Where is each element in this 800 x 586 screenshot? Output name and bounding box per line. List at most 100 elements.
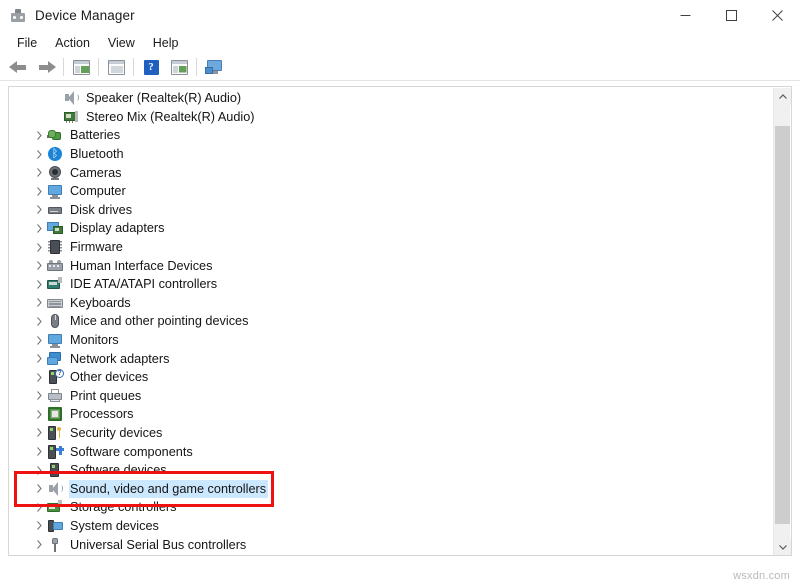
speaker-icon xyxy=(63,90,79,106)
tree-item-disk-drives[interactable]: Disk drives xyxy=(9,201,774,220)
tree-item-label: Software devices xyxy=(69,461,169,479)
tree-item-bluetooth[interactable]: ᛒ Bluetooth xyxy=(9,145,774,164)
sound-card-icon xyxy=(63,109,79,125)
toolbar-separator-3 xyxy=(133,58,134,76)
scan-hardware-changes-button[interactable] xyxy=(200,55,228,79)
tree-item-label: Computer xyxy=(69,182,128,200)
chevron-right-icon[interactable] xyxy=(31,243,47,252)
scroll-up-button[interactable] xyxy=(774,88,791,105)
tree-item-software-devices[interactable]: Software devices xyxy=(9,461,774,480)
chevron-right-icon[interactable] xyxy=(31,336,47,345)
tree-item-human-interface-devices[interactable]: Human Interface Devices xyxy=(9,256,774,275)
show-hide-console-tree-button[interactable] xyxy=(67,55,95,79)
scroll-down-button[interactable] xyxy=(774,539,791,556)
back-button[interactable] xyxy=(4,55,32,79)
chevron-right-icon[interactable] xyxy=(31,410,47,419)
back-arrow-icon xyxy=(9,60,28,75)
menu-item-help[interactable]: Help xyxy=(144,34,188,52)
menu-item-view[interactable]: View xyxy=(99,34,144,52)
chevron-right-icon[interactable] xyxy=(31,224,47,233)
forward-button[interactable] xyxy=(32,55,60,79)
menu-item-file[interactable]: File xyxy=(8,34,46,52)
tree-item-other-devices[interactable]: ? Other devices xyxy=(9,368,774,387)
tree-item-speaker[interactable]: Speaker (Realtek(R) Audio) xyxy=(9,89,774,108)
chevron-right-icon[interactable] xyxy=(31,484,47,493)
tree-item-ide-ata-atapi-controllers[interactable]: IDE ATA/ATAPI controllers xyxy=(9,275,774,294)
chevron-right-icon[interactable] xyxy=(31,150,47,159)
menu-item-action[interactable]: Action xyxy=(46,34,99,52)
chevron-right-icon[interactable] xyxy=(31,447,47,456)
chevron-right-icon[interactable] xyxy=(31,391,47,400)
chevron-right-icon[interactable] xyxy=(31,428,47,437)
security-device-icon xyxy=(47,425,63,441)
tree-item-label: Sound, video and game controllers xyxy=(69,480,268,498)
tree-item-label: Disk drives xyxy=(69,201,134,219)
tree-item-label: Cameras xyxy=(69,164,123,182)
scroll-up-icon xyxy=(779,94,787,99)
scrollbar-thumb[interactable] xyxy=(775,126,790,524)
chevron-right-icon[interactable] xyxy=(31,521,47,530)
software-component-icon xyxy=(47,444,63,460)
tree-item-label: Speaker (Realtek(R) Audio) xyxy=(85,89,243,107)
tree-item-mice-and-other-pointing-devices[interactable]: Mice and other pointing devices xyxy=(9,312,774,331)
unknown-device-icon: ? xyxy=(47,369,63,385)
window-controls xyxy=(662,0,800,31)
tree-item-processors[interactable]: Processors xyxy=(9,405,774,424)
tree-item-cameras[interactable]: Cameras xyxy=(9,163,774,182)
tree-item-security-devices[interactable]: Security devices xyxy=(9,424,774,443)
chevron-right-icon[interactable] xyxy=(31,540,47,549)
properties-window-icon xyxy=(108,60,125,75)
tree-item-monitors[interactable]: Monitors xyxy=(9,331,774,350)
minimize-button[interactable] xyxy=(662,0,708,31)
close-button[interactable] xyxy=(754,0,800,31)
mouse-icon xyxy=(47,313,63,329)
chevron-right-icon[interactable] xyxy=(31,466,47,475)
tree-item-sound-video-and-game-controllers[interactable]: Sound, video and game controllers xyxy=(9,479,774,498)
bottom-strip xyxy=(0,560,800,586)
toolbar-separator-4 xyxy=(196,58,197,76)
vertical-scrollbar[interactable] xyxy=(773,88,790,556)
hid-icon xyxy=(47,258,63,274)
tree-item-software-components[interactable]: Software components xyxy=(9,442,774,461)
properties-button[interactable] xyxy=(102,55,130,79)
chevron-right-icon[interactable] xyxy=(31,205,47,214)
update-driver-button[interactable] xyxy=(165,55,193,79)
tree-item-storage-controllers[interactable]: Storage controllers xyxy=(9,498,774,517)
tree-item-network-adapters[interactable]: Network adapters xyxy=(9,349,774,368)
chevron-right-icon[interactable] xyxy=(31,354,47,363)
update-driver-icon xyxy=(171,60,188,75)
window-title: Device Manager xyxy=(35,8,135,23)
disk-drive-icon xyxy=(47,202,63,218)
software-device-icon xyxy=(47,462,63,478)
tree-item-computer[interactable]: Computer xyxy=(9,182,774,201)
tree-item-label: System devices xyxy=(69,517,161,535)
chevron-right-icon[interactable] xyxy=(31,131,47,140)
chevron-right-icon[interactable] xyxy=(31,168,47,177)
tree-item-system-devices[interactable]: System devices xyxy=(9,517,774,536)
close-icon xyxy=(772,10,783,21)
chevron-right-icon[interactable] xyxy=(31,261,47,270)
tree-item-label: Universal Serial Bus controllers xyxy=(69,536,248,554)
maximize-button[interactable] xyxy=(708,0,754,31)
speaker-icon xyxy=(47,481,63,497)
chevron-right-icon[interactable] xyxy=(31,317,47,326)
chevron-right-icon[interactable] xyxy=(31,373,47,382)
tree-item-universal-serial-bus-controllers[interactable]: Universal Serial Bus controllers xyxy=(9,535,774,554)
chevron-right-icon[interactable] xyxy=(31,503,47,512)
chevron-right-icon[interactable] xyxy=(31,298,47,307)
tree-item-display-adapters[interactable]: Display adapters xyxy=(9,219,774,238)
tree-item-label: Batteries xyxy=(69,126,122,144)
help-question-icon: ? xyxy=(144,60,159,75)
chevron-right-icon[interactable] xyxy=(31,187,47,196)
chevron-right-icon[interactable] xyxy=(31,280,47,289)
firmware-chip-icon xyxy=(47,239,63,255)
tree-item-print-queues[interactable]: Print queues xyxy=(9,387,774,406)
tree-item-keyboards[interactable]: Keyboards xyxy=(9,294,774,313)
help-button[interactable]: ? xyxy=(137,55,165,79)
tree-item-batteries[interactable]: Batteries xyxy=(9,126,774,145)
scroll-down-icon xyxy=(779,545,787,550)
tree-item-label: Keyboards xyxy=(69,294,133,312)
tree-item-stereo-mix[interactable]: Stereo Mix (Realtek(R) Audio) xyxy=(9,108,774,127)
tree-item-label: Software components xyxy=(69,443,195,461)
tree-item-firmware[interactable]: Firmware xyxy=(9,238,774,257)
